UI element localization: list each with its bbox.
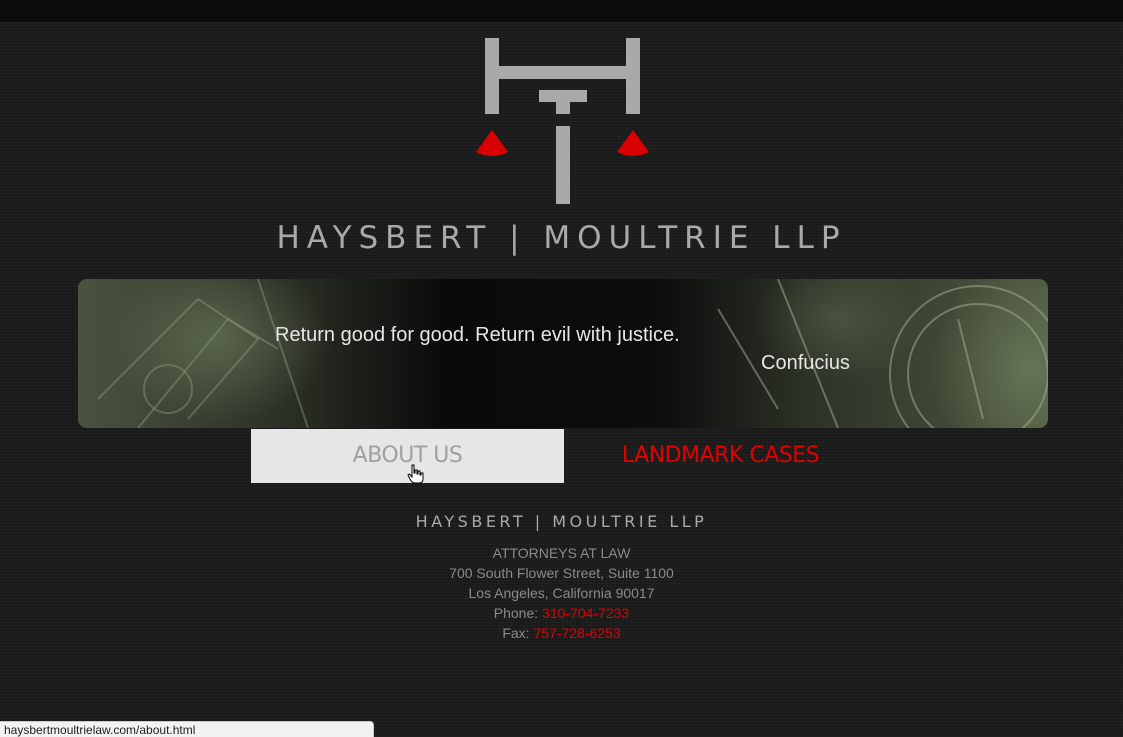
scales-of-justice-logo-icon[interactable]	[470, 38, 656, 208]
browser-status-bar-url: haysbertmoultrielaw.com/about.html	[0, 721, 374, 737]
footer-phone-link[interactable]: 310-704-7233	[542, 605, 629, 621]
quote-banner: Return good for good. Return evil with j…	[78, 279, 1048, 428]
footer-phone-label: Phone:	[493, 605, 539, 621]
footer-address-line-2: Los Angeles, California 90017	[468, 585, 655, 601]
hand-pointer-cursor-icon	[407, 464, 424, 484]
banner-background-art	[97, 279, 1048, 428]
banner-quote: Return good for good. Return evil with j…	[275, 324, 680, 346]
footer-fax-number: 757-728-6253	[533, 625, 621, 641]
footer-tagline: ATTORNEYS AT LAW	[492, 545, 631, 561]
firm-wordmark: HAYSBERT | MOULTRIE LLP	[276, 220, 847, 256]
footer-phone-row: Phone: 310-704-7233	[0, 603, 1123, 623]
nav-landmark-cases-link[interactable]: LANDMARK CASES	[564, 429, 877, 483]
banner-quote-author: Confucius	[761, 352, 850, 374]
footer-address-line-1: 700 South Flower Street, Suite 1100	[449, 565, 674, 581]
footer-firm-name: HAYSBERT | MOULTRIE LLP	[415, 512, 708, 531]
browser-top-bar	[0, 0, 1123, 22]
footer-contact-block: ATTORNEYS AT LAW 700 South Flower Street…	[0, 543, 1123, 643]
footer-fax-row: Fax: 757-728-6253	[0, 623, 1123, 643]
footer-fax-label: Fax:	[502, 625, 530, 641]
